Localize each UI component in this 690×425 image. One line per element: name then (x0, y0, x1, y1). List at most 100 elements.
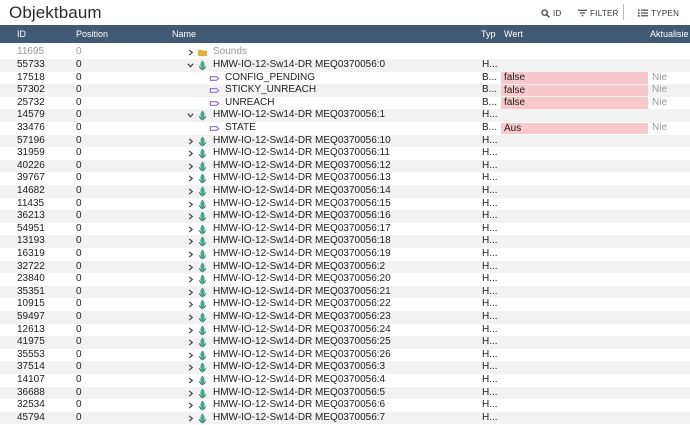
row-name[interactable]: UNREACH (225, 97, 274, 110)
filter-button[interactable]: FILTER (578, 5, 619, 21)
table-row[interactable]: 13193 0 HMW-IO-12-Sw14-DR MEQ0370056:18 H..… (0, 235, 690, 248)
table-row[interactable]: 14682 0 HMW-IO-12-Sw14-DR MEQ0370056:14 H..… (0, 185, 690, 198)
types-button[interactable]: TYPEN (638, 5, 679, 21)
row-name[interactable]: HMW-IO-12-Sw14-DR MEQ0370056:24 (213, 324, 391, 337)
chevron-right-icon[interactable] (187, 201, 194, 208)
table-row[interactable]: 57196 0 HMW-IO-12-Sw14-DR MEQ0370056:10 H..… (0, 134, 690, 148)
column-header-position[interactable]: Position (76, 29, 108, 39)
chevron-right-icon[interactable] (187, 264, 194, 271)
row-name[interactable]: HMW-IO-12-Sw14-DR MEQ0370056:4 (213, 374, 385, 387)
chevron-right-icon[interactable] (187, 213, 194, 220)
chevron-right-icon[interactable] (187, 402, 194, 409)
chevron-right-icon[interactable] (187, 188, 194, 195)
table-row[interactable]: 45794 0 HMW-IO-12-Sw14-DR MEQ0370056:7 H... (0, 411, 690, 425)
row-name[interactable]: HMW-IO-12-Sw14-DR MEQ0370056:3 (213, 361, 385, 374)
chevron-right-icon[interactable] (187, 339, 194, 346)
table-row[interactable]: 12613 0 HMW-IO-12-Sw14-DR MEQ0370056:24 H..… (0, 324, 690, 337)
table-row[interactable]: 41975 0 HMW-IO-12-Sw14-DR MEQ0370056:25 H..… (0, 336, 690, 349)
table-row[interactable]: 10915 0 HMW-IO-12-Sw14-DR MEQ0370056:22 H..… (0, 298, 690, 311)
table-row[interactable]: 55733 0 HMW-IO-12-Sw14-DR MEQ0370056:0 H... (0, 59, 690, 72)
column-header-id[interactable]: ID (17, 29, 26, 39)
row-name[interactable]: HMW-IO-12-Sw14-DR MEQ0370056:1 (213, 109, 385, 122)
chevron-right-icon[interactable] (187, 49, 194, 56)
table-row[interactable]: 33476 0 STATE B... Aus Nie (0, 122, 690, 135)
row-name[interactable]: HMW-IO-12-Sw14-DR MEQ0370056:13 (213, 172, 391, 185)
row-name[interactable]: HMW-IO-12-Sw14-DR MEQ0370056:25 (213, 336, 391, 349)
row-name[interactable]: HMW-IO-12-Sw14-DR MEQ0370056:19 (213, 248, 391, 261)
row-name[interactable]: HMW-IO-12-Sw14-DR MEQ0370056:10 (213, 135, 391, 148)
row-name[interactable]: HMW-IO-12-Sw14-DR MEQ0370056:0 (213, 59, 385, 72)
chevron-right-icon[interactable] (187, 276, 194, 283)
row-name[interactable]: HMW-IO-12-Sw14-DR MEQ0370056:2 (213, 261, 385, 274)
id-search-button[interactable]: ID (541, 5, 562, 21)
row-name[interactable]: HMW-IO-12-Sw14-DR MEQ0370056:5 (213, 387, 385, 400)
chevron-right-icon[interactable] (187, 327, 194, 334)
table-row[interactable]: 35553 0 HMW-IO-12-Sw14-DR MEQ0370056:26 H..… (0, 349, 690, 362)
row-name[interactable]: HMW-IO-12-Sw14-DR MEQ0370056:20 (213, 273, 391, 286)
table-row[interactable]: 16319 0 HMW-IO-12-Sw14-DR MEQ0370056:19 H..… (0, 248, 690, 261)
table-row[interactable]: 32722 0 HMW-IO-12-Sw14-DR MEQ0370056:2 H... (0, 260, 690, 274)
row-name[interactable]: HMW-IO-12-Sw14-DR MEQ0370056:15 (213, 198, 391, 211)
row-name[interactable]: HMW-IO-12-Sw14-DR MEQ0370056:21 (213, 286, 391, 299)
table-row[interactable]: 31959 0 HMW-IO-12-Sw14-DR MEQ0370056:11 H..… (0, 147, 690, 160)
row-name[interactable]: HMW-IO-12-Sw14-DR MEQ0370056:26 (213, 349, 391, 362)
table-row[interactable]: 37514 0 HMW-IO-12-Sw14-DR MEQ0370056:3 H... (0, 361, 690, 374)
row-name[interactable]: HMW-IO-12-Sw14-DR MEQ0370056:17 (213, 223, 391, 236)
column-header-updated[interactable]: Aktualisie (650, 29, 689, 39)
chevron-right-icon[interactable] (187, 238, 194, 245)
row-name[interactable]: HMW-IO-12-Sw14-DR MEQ0370056:22 (213, 298, 391, 311)
row-value[interactable]: false (501, 97, 648, 109)
row-value[interactable]: Aus (501, 122, 648, 134)
chevron-right-icon[interactable] (187, 390, 194, 397)
row-value[interactable]: false (501, 84, 648, 97)
row-name[interactable]: HMW-IO-12-Sw14-DR MEQ0370056:11 (213, 147, 390, 160)
table-row[interactable]: 36213 0 HMW-IO-12-Sw14-DR MEQ0370056:16 H..… (0, 210, 690, 223)
table-row[interactable]: 17518 0 CONFIG_PENDING B... false Nie (0, 72, 690, 85)
chevron-right-icon[interactable] (187, 150, 194, 157)
row-name[interactable]: HMW-IO-12-Sw14-DR MEQ0370056:16 (213, 210, 391, 223)
table-row[interactable]: 40226 0 HMW-IO-12-Sw14-DR MEQ0370056:12 H..… (0, 159, 690, 173)
row-name[interactable]: STATE (225, 122, 256, 135)
row-type: H... (482, 222, 498, 234)
chevron-right-icon[interactable] (187, 314, 194, 321)
table-row[interactable]: 32534 0 HMW-IO-12-Sw14-DR MEQ0370056:6 H... (0, 399, 690, 412)
column-header-type[interactable]: Typ (481, 29, 496, 39)
row-name[interactable]: HMW-IO-12-Sw14-DR MEQ0370056:14 (213, 185, 391, 198)
table-row[interactable]: 23840 0 HMW-IO-12-Sw14-DR MEQ0370056:20 H..… (0, 273, 690, 286)
table-row[interactable]: 14107 0 HMW-IO-12-Sw14-DR MEQ0370056:4 H... (0, 374, 690, 387)
chevron-right-icon[interactable] (187, 138, 194, 145)
row-name[interactable]: HMW-IO-12-Sw14-DR MEQ0370056:6 (213, 399, 385, 412)
table-row[interactable]: 39767 0 HMW-IO-12-Sw14-DR MEQ0370056:13 H..… (0, 172, 690, 185)
table-row[interactable]: 54951 0 HMW-IO-12-Sw14-DR MEQ0370056:17 H..… (0, 223, 690, 236)
chevron-right-icon[interactable] (187, 415, 194, 422)
table-row[interactable]: 14579 0 HMW-IO-12-Sw14-DR MEQ0370056:1 H... (0, 109, 690, 122)
row-name[interactable]: CONFIG_PENDING (225, 72, 315, 85)
chevron-right-icon[interactable] (187, 251, 194, 258)
row-name[interactable]: HMW-IO-12-Sw14-DR MEQ0370056:23 (213, 311, 391, 324)
chevron-right-icon[interactable] (187, 226, 194, 233)
column-header-value[interactable]: Wert (504, 29, 523, 39)
chevron-right-icon[interactable] (187, 163, 194, 170)
chevron-right-icon[interactable] (187, 377, 194, 384)
row-name[interactable]: STICKY_UNREACH (225, 84, 316, 97)
row-name[interactable]: HMW-IO-12-Sw14-DR MEQ0370056:7 (213, 412, 385, 425)
chevron-down-icon[interactable] (187, 62, 194, 69)
chevron-right-icon[interactable] (187, 364, 194, 371)
table-row[interactable]: 36688 0 HMW-IO-12-Sw14-DR MEQ0370056:5 H... (0, 386, 690, 400)
chevron-right-icon[interactable] (187, 301, 194, 308)
row-name[interactable]: Sounds (213, 46, 247, 59)
chevron-down-icon[interactable] (187, 112, 194, 119)
table-row[interactable]: 57302 0 STICKY_UNREACH B... false Nie (0, 84, 690, 97)
table-row[interactable]: 35351 0 HMW-IO-12-Sw14-DR MEQ0370056:21 H..… (0, 285, 690, 299)
chevron-right-icon[interactable] (187, 175, 194, 182)
chevron-right-icon[interactable] (187, 289, 194, 296)
chevron-right-icon[interactable] (187, 352, 194, 359)
row-name[interactable]: HMW-IO-12-Sw14-DR MEQ0370056:12 (213, 160, 391, 173)
table-row[interactable]: 11695 0 Sounds (0, 46, 690, 59)
table-row[interactable]: 59497 0 HMW-IO-12-Sw14-DR MEQ0370056:23 H..… (0, 311, 690, 324)
row-name[interactable]: HMW-IO-12-Sw14-DR MEQ0370056:18 (213, 235, 391, 248)
table-row[interactable]: 25732 0 UNREACH B... false Nie (0, 97, 690, 110)
row-value[interactable]: false (501, 72, 648, 84)
table-row[interactable]: 11435 0 HMW-IO-12-Sw14-DR MEQ0370056:15 H..… (0, 198, 690, 211)
column-header-name[interactable]: Name (172, 29, 196, 39)
